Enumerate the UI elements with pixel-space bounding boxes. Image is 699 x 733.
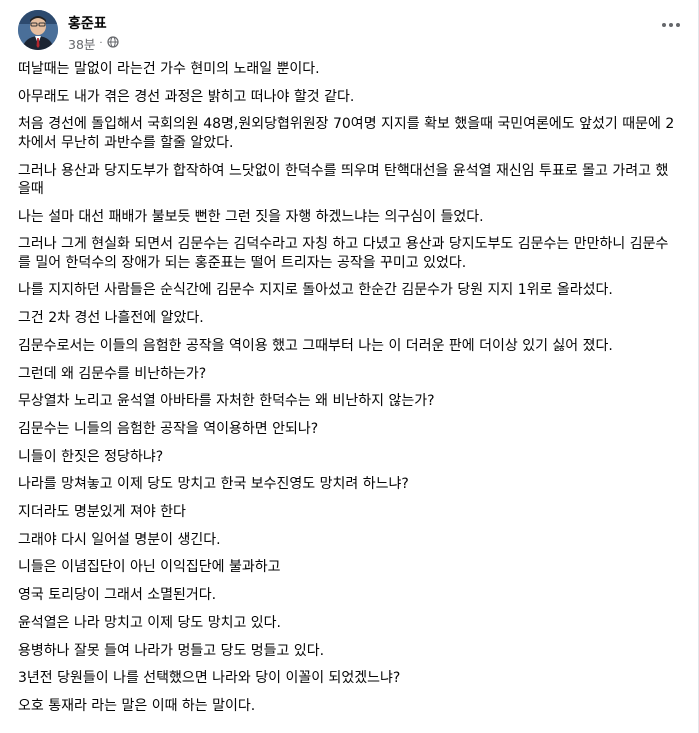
post-paragraph: 떠날때는 말없이 라는건 가수 현미의 노래일 뿐이다.: [18, 60, 686, 78]
paragraph-line: 을때: [18, 180, 44, 197]
post-paragraph: 무상열차 노리고 윤석열 아바타를 자처한 한덕수는 왜 비난하지 않는가?: [18, 392, 686, 410]
separator-dot: ·: [99, 38, 103, 49]
paragraph-line: 그러나 용산과 당지도부가 합작하여 느닷없이 한덕수를 띄우며 탄핵대선을 윤…: [18, 162, 669, 179]
post-paragraph: 니들은 이념집단이 아닌 이익집단에 불과하고: [18, 558, 686, 576]
avatar[interactable]: [18, 10, 58, 50]
paragraph-line: 무상열차 노리고 윤석열 아바타를 자처한 한덕수는 왜 비난하지 않는가?: [18, 393, 435, 410]
post-paragraph: 지더라도 명분있게 져야 한다: [18, 503, 686, 521]
paragraph-line: 3년전 당원들이 나를 선택했으면 나라와 당이 이꼴이 되었겠느냐?: [18, 670, 401, 687]
post-time[interactable]: 38분: [68, 34, 95, 53]
more-options-icon[interactable]: [656, 14, 686, 36]
post-paragraph: 그러나 용산과 당지도부가 합작하여 느닷없이 한덕수를 띄우며 탄핵대선을 윤…: [18, 162, 686, 199]
paragraph-line: 떠날때는 말없이 라는건 가수 현미의 노래일 뿐이다.: [18, 61, 320, 77]
post-paragraph: 그래야 다시 일어설 명분이 생긴다.: [18, 531, 686, 549]
paragraph-line: 나는 설마 대선 패배가 불보듯 뻔한 그런 짓을 자행 하겠느냐는 의구심이 …: [18, 208, 484, 225]
post-header: 홍준표 38분 ·: [18, 8, 688, 54]
paragraph-line: 니들이 한짓은 정당하냐?: [18, 448, 164, 465]
post-paragraph: 그건 2차 경선 나흘전에 알았다.: [18, 309, 686, 327]
paragraph-line: 그런데 왜 김문수를 비난하는가?: [18, 365, 207, 382]
paragraph-line: 김문수는 니들의 음험한 공작을 역이용하면 안되나?: [18, 420, 319, 437]
paragraph-line: 용병하나 잘못 들여 나라가 멍들고 당도 멍들고 있다.: [18, 642, 325, 659]
paragraph-line: 오호 통재라 라는 말은 이때 하는 말이다.: [18, 697, 256, 714]
paragraph-line: 지더라도 명분있게 져야 한다: [18, 504, 186, 521]
post-paragraph: 영국 토리당이 그래서 소멸된거다.: [18, 586, 686, 604]
post-paragraph: 그러나 그게 현실화 되면서 김문수는 김덕수라고 자칭 하고 다녔고 용산과 …: [18, 235, 686, 272]
paragraph-line: 나라를 망쳐놓고 이제 당도 망치고 한국 보수진영도 망치려 하느냐?: [18, 476, 409, 493]
author-name[interactable]: 홍준표: [68, 13, 107, 33]
paragraph-line: 그러나 그게 현실화 되면서 김문수는 김덕수라고 자칭 하고 다녔고 용산과 …: [18, 236, 669, 253]
post-paragraph: 니들이 한짓은 정당하냐?: [18, 448, 686, 466]
post-paragraph: 나라를 망쳐놓고 이제 당도 망치고 한국 보수진영도 망치려 하느냐?: [18, 475, 686, 493]
paragraph-line: 김문수로서는 이들의 음험한 공작을 역이용 했고 그때부터 나는 이 더러운 …: [18, 337, 613, 354]
facebook-post: 홍준표 38분 · 떠날때는 말없이 라는건 가수 현미의 노래일 뿐이다. 아무…: [0, 0, 699, 733]
post-paragraph: 처음 경선에 돌입해서 국회의원 48명,원외당협위원장 70여명 지지를 확보…: [18, 115, 686, 152]
post-paragraph: 오호 통재라 라는 말은 이때 하는 말이다.: [18, 697, 686, 715]
paragraph-line: 를 밀어 한덕수의 장애가 되는 홍준표는 떨어 트리자는 공작을 꾸미고 있었…: [18, 254, 467, 271]
post-paragraph: 김문수로서는 이들의 음험한 공작을 역이용 했고 그때부터 나는 이 더러운 …: [18, 337, 686, 355]
paragraph-line: 차에서 무난히 과반수를 할줄 알았다.: [18, 134, 234, 151]
paragraph-line: 영국 토리당이 그래서 소멸된거다.: [18, 587, 217, 604]
post-paragraph: 김문수는 니들의 음험한 공작을 역이용하면 안되나?: [18, 420, 686, 438]
post-paragraph: 3년전 당원들이 나를 선택했으면 나라와 당이 이꼴이 되었겠느냐?: [18, 669, 686, 687]
post-paragraph: 아무래도 내가 겪은 경선 과정은 밝히고 떠나야 할것 같다.: [18, 88, 686, 106]
post-meta: 38분 ·: [68, 34, 119, 53]
paragraph-line: 윤석열은 나라 망치고 이제 당도 망치고 있다.: [18, 614, 281, 631]
paragraph-line: 니들은 이념집단이 아닌 이익집단에 불과하고: [18, 559, 281, 576]
paragraph-line: 처음 경선에 돌입해서 국회의원 48명,원외당협위원장 70여명 지지를 확보…: [18, 116, 675, 133]
avatar-portrait: [18, 10, 58, 50]
post-paragraph: 그런데 왜 김문수를 비난하는가?: [18, 365, 686, 383]
post-paragraph: 나를 지지하던 사람들은 순식간에 김문수 지지로 돌아섰고 한순간 김문수가 …: [18, 281, 686, 299]
globe-icon[interactable]: [106, 36, 119, 51]
paragraph-line: 그래야 다시 일어설 명분이 생긴다.: [18, 531, 221, 548]
post-paragraph: 나는 설마 대선 패배가 불보듯 뻔한 그런 짓을 자행 하겠느냐는 의구심이 …: [18, 208, 686, 226]
post-paragraph: 윤석열은 나라 망치고 이제 당도 망치고 있다.: [18, 614, 686, 632]
paragraph-line: 아무래도 내가 겪은 경선 과정은 밝히고 떠나야 할것 같다.: [18, 88, 355, 105]
post-body: 떠날때는 말없이 라는건 가수 현미의 노래일 뿐이다. 아무래도 내가 겪은 경…: [18, 60, 686, 725]
paragraph-line: 그건 2차 경선 나흘전에 알았다.: [18, 310, 204, 327]
paragraph-line: 나를 지지하던 사람들은 순식간에 김문수 지지로 돌아섰고 한순간 김문수가 …: [18, 282, 613, 299]
post-paragraph: 용병하나 잘못 들여 나라가 멍들고 당도 멍들고 있다.: [18, 642, 686, 660]
